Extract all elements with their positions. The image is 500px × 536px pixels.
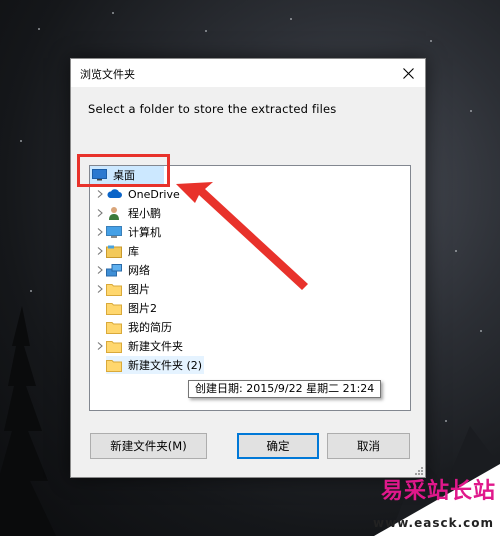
cancel-button[interactable]: 取消 xyxy=(327,433,410,459)
ok-button[interactable]: 确定 xyxy=(237,433,319,459)
site-watermark: 易采站长站 www.easck.com xyxy=(373,464,500,536)
folder-icon xyxy=(106,301,122,315)
tree-item-label: 新建文件夹 (2) xyxy=(128,359,203,372)
browse-folder-dialog: 浏览文件夹 Select a folder to store the extra… xyxy=(70,58,426,478)
tree-item-label: 图片2 xyxy=(128,302,157,315)
tree-item-label: 计算机 xyxy=(128,226,161,239)
close-icon xyxy=(402,67,414,79)
tree-item-pictures2[interactable]: 图片2 xyxy=(106,299,159,317)
chevron-right-icon[interactable] xyxy=(94,247,106,255)
title-bar: 浏览文件夹 xyxy=(71,59,425,87)
new-folder-button[interactable]: 新建文件夹(M) xyxy=(90,433,207,459)
tree-item-label: 库 xyxy=(128,245,139,258)
watermark-url: www.easck.com xyxy=(373,516,494,530)
chevron-right-icon[interactable] xyxy=(94,209,106,217)
library-icon xyxy=(106,244,122,258)
tree-item-onedrive[interactable]: OneDrive xyxy=(94,185,182,203)
dialog-title: 浏览文件夹 xyxy=(80,68,135,81)
highlight-box xyxy=(77,154,170,187)
cancel-label: 取消 xyxy=(357,439,380,453)
watermark-text: 易采站长站 xyxy=(380,478,496,504)
tree-item-user[interactable]: 程小鹏 xyxy=(94,204,163,222)
tree-item-computer[interactable]: 计算机 xyxy=(94,223,163,241)
tree-item-new-folder-2[interactable]: 新建文件夹 (2) xyxy=(106,356,205,374)
cloud-icon xyxy=(106,187,122,201)
folder-icon xyxy=(106,358,122,372)
chevron-right-icon[interactable] xyxy=(94,266,106,274)
tree-item-label: 新建文件夹 xyxy=(128,340,183,353)
chevron-right-icon[interactable] xyxy=(94,228,106,236)
tree-item-network[interactable]: 网络 xyxy=(94,261,152,279)
folder-icon xyxy=(106,320,122,334)
new-folder-label: 新建文件夹(M) xyxy=(110,439,187,453)
pine-tree-silhouette xyxy=(0,306,56,536)
tree-item-resume[interactable]: 我的简历 xyxy=(106,318,174,336)
chevron-right-icon[interactable] xyxy=(94,190,106,198)
tree-item-new-folder[interactable]: 新建文件夹 xyxy=(94,337,185,355)
tree-item-label: 程小鹏 xyxy=(128,207,161,220)
tree-item-label: OneDrive xyxy=(128,187,180,201)
tree-item-label: 我的简历 xyxy=(128,321,172,334)
instruction-text: Select a folder to store the extracted f… xyxy=(88,102,337,116)
user-icon xyxy=(106,206,122,220)
tree-item-library[interactable]: 库 xyxy=(94,242,141,260)
close-button[interactable] xyxy=(391,59,425,87)
folder-tooltip: 创建日期: 2015/9/22 星期二 21:24 xyxy=(188,380,382,398)
tree-item-pictures[interactable]: 图片 xyxy=(94,280,152,298)
tree-item-label: 图片 xyxy=(128,283,150,296)
folder-icon xyxy=(106,339,122,353)
chevron-right-icon[interactable] xyxy=(94,342,106,350)
chevron-right-icon[interactable] xyxy=(94,285,106,293)
tree-item-label: 网络 xyxy=(128,264,150,277)
folder-icon xyxy=(106,282,122,296)
computer-icon xyxy=(106,225,122,239)
folder-tree[interactable]: 桌面 OneDrive 程小鹏 计算机 库 网络 图片 图片2 我的简历 新建文… xyxy=(89,165,411,411)
network-icon xyxy=(106,263,122,277)
ok-label: 确定 xyxy=(266,439,290,453)
